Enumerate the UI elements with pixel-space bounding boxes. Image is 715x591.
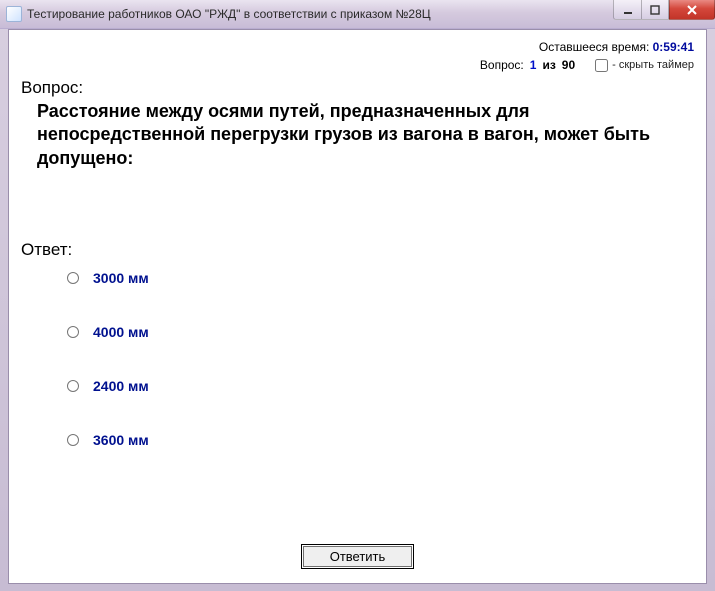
answer-list: 3000 мм 4000 мм 2400 мм 3600 мм [67, 270, 694, 448]
answer-option[interactable]: 3000 мм [67, 270, 694, 286]
app-icon [6, 6, 22, 22]
client-area: Оставшееся время: 0:59:41 Вопрос: 1 из 9… [8, 29, 707, 584]
question-counter-row: Вопрос: 1 из 90 - скрыть таймер [21, 58, 694, 72]
titlebar[interactable]: Тестирование работников ОАО "РЖД" в соот… [0, 0, 715, 29]
question-total: 90 [562, 58, 575, 72]
hide-timer-toggle[interactable]: - скрыть таймер [595, 59, 694, 72]
remaining-time-label: Оставшееся время: [539, 40, 649, 54]
question-text: Расстояние между осями путей, предназнач… [37, 100, 688, 170]
close-icon [686, 4, 698, 16]
question-current: 1 [530, 58, 537, 72]
submit-button[interactable]: Ответить [303, 546, 413, 567]
hide-timer-label: - скрыть таймер [612, 59, 694, 71]
question-counter-label: Вопрос: [480, 58, 524, 72]
window-controls [613, 0, 715, 28]
answer-option[interactable]: 4000 мм [67, 324, 694, 340]
remaining-time-value: 0:59:41 [653, 40, 694, 54]
answer-text: 2400 мм [93, 378, 149, 394]
question-heading: Вопрос: [21, 78, 694, 98]
answer-text: 3000 мм [93, 270, 149, 286]
answer-text: 4000 мм [93, 324, 149, 340]
answer-option[interactable]: 3600 мм [67, 432, 694, 448]
answer-radio[interactable] [67, 434, 79, 446]
maximize-icon [650, 5, 660, 15]
window-title: Тестирование работников ОАО "РЖД" в соот… [27, 7, 613, 21]
answer-heading: Ответ: [21, 240, 694, 260]
answer-radio[interactable] [67, 272, 79, 284]
submit-row: Ответить [9, 546, 706, 567]
remaining-time-row: Оставшееся время: 0:59:41 [21, 40, 694, 54]
answer-radio[interactable] [67, 380, 79, 392]
minimize-icon [623, 5, 633, 15]
minimize-button[interactable] [613, 0, 641, 20]
maximize-button[interactable] [641, 0, 669, 20]
close-button[interactable] [669, 0, 715, 20]
answer-text: 3600 мм [93, 432, 149, 448]
answer-option[interactable]: 2400 мм [67, 378, 694, 394]
question-of: из [542, 58, 555, 72]
answer-radio[interactable] [67, 326, 79, 338]
hide-timer-checkbox[interactable] [595, 59, 608, 72]
application-window: Тестирование работников ОАО "РЖД" в соот… [0, 0, 715, 591]
